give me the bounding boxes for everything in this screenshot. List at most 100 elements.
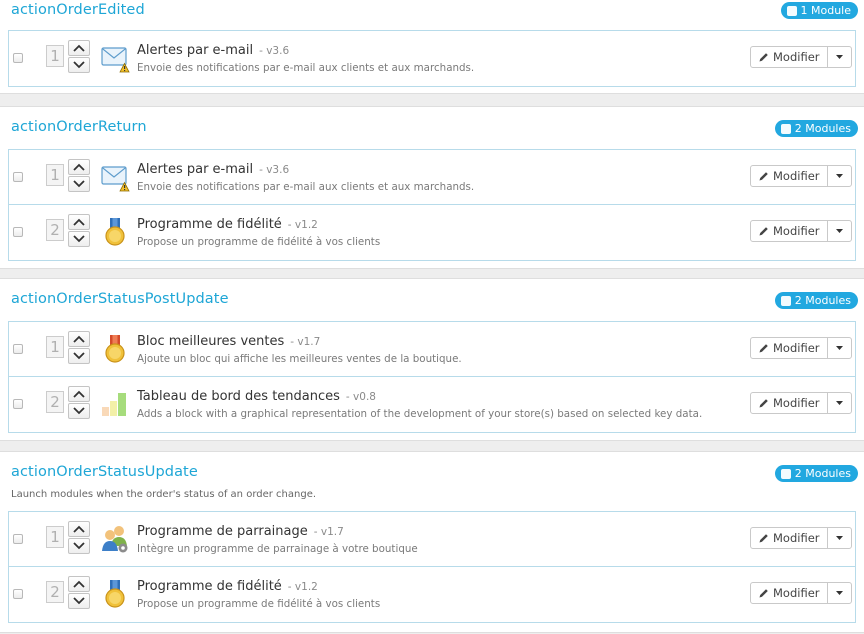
users-gear-icon <box>102 526 128 553</box>
chevron-up-icon <box>73 525 85 533</box>
module-count-badge: 1 Module <box>780 2 858 19</box>
position-number: 1 <box>46 45 64 67</box>
chevron-down-icon <box>73 542 85 550</box>
module-version: - v1.2 <box>287 219 318 231</box>
pencil-icon <box>759 588 768 597</box>
actions-dropdown-button[interactable] <box>826 527 852 549</box>
module-count-badge: 2 Modules <box>774 120 858 137</box>
module-checkbox[interactable] <box>13 172 23 182</box>
module-checkbox[interactable] <box>13 53 23 63</box>
module-row: 1 Alertes par e-mail - v3.6 Envoie des no… <box>9 150 855 205</box>
module-version: - v1.7 <box>290 336 321 348</box>
move-up-button[interactable] <box>68 159 90 175</box>
module-actions: Modifier <box>750 392 852 414</box>
module-row: 1 Bloc meilleures ventes - v1.7 Ajoute un… <box>9 322 855 377</box>
edit-button-label: Modifier <box>773 224 820 238</box>
chevron-down-icon <box>73 180 85 188</box>
chevron-down-icon <box>73 235 85 243</box>
badge-label: 2 Modules <box>794 467 851 480</box>
move-down-button[interactable] <box>68 403 90 419</box>
edit-button-label: Modifier <box>773 396 820 410</box>
pencil-icon <box>759 171 768 180</box>
hook-panel-action-order-status-update: actionOrderStatusUpdate 2 Modules Launch… <box>0 451 864 633</box>
email-warning-icon <box>101 47 130 73</box>
medal-blue-icon <box>105 218 125 246</box>
module-checkbox[interactable] <box>13 344 23 354</box>
module-version: - v0.8 <box>345 391 376 403</box>
module-version: - v3.6 <box>259 45 290 57</box>
move-down-button[interactable] <box>68 348 90 364</box>
edit-button[interactable]: Modifier <box>750 392 828 414</box>
move-down-button[interactable] <box>68 57 90 73</box>
module-row: 2 Programme de fidélité - v1.2 Propose un… <box>9 205 855 260</box>
move-up-button[interactable] <box>68 386 90 402</box>
move-down-button[interactable] <box>68 538 90 554</box>
move-up-button[interactable] <box>68 576 90 592</box>
move-down-button[interactable] <box>68 176 90 192</box>
move-down-button[interactable] <box>68 231 90 247</box>
hook-title: actionOrderStatusUpdate <box>11 464 198 480</box>
edit-button[interactable]: Modifier <box>750 527 828 549</box>
square-icon <box>786 5 797 16</box>
actions-dropdown-button[interactable] <box>826 220 852 242</box>
square-icon <box>780 123 791 134</box>
hook-title: actionOrderStatusPostUpdate <box>11 291 229 307</box>
move-up-button[interactable] <box>68 331 90 347</box>
move-down-button[interactable] <box>68 593 90 609</box>
hook-panel-action-order-edited: actionOrderEdited 1 Module 1 Alertes par… <box>0 0 864 94</box>
actions-dropdown-button[interactable] <box>826 165 852 187</box>
edit-button-label: Modifier <box>773 531 820 545</box>
module-description: Intègre un programme de parrainage à vot… <box>137 543 418 555</box>
chevron-up-icon <box>73 335 85 343</box>
hook-description: Launch modules when the order's status o… <box>11 489 317 500</box>
badge-label: 2 Modules <box>794 294 851 307</box>
module-actions: Modifier <box>750 220 852 242</box>
caret-down-icon <box>835 536 843 540</box>
edit-button[interactable]: Modifier <box>750 46 828 68</box>
chevron-down-icon <box>73 61 85 69</box>
module-actions: Modifier <box>750 165 852 187</box>
module-description: Propose un programme de fidélité à vos c… <box>137 236 381 248</box>
position-number: 2 <box>46 581 64 603</box>
actions-dropdown-button[interactable] <box>826 46 852 68</box>
move-up-button[interactable] <box>68 40 90 56</box>
position-number: 2 <box>46 219 64 241</box>
chevron-up-icon <box>73 218 85 226</box>
module-actions: Modifier <box>750 582 852 604</box>
module-description: Envoie des notifications par e-mail aux … <box>137 62 475 74</box>
square-icon <box>780 295 791 306</box>
edit-button[interactable]: Modifier <box>750 220 828 242</box>
pencil-icon <box>759 343 768 352</box>
pencil-icon <box>759 533 768 542</box>
badge-label: 2 Modules <box>794 122 851 135</box>
module-name-text: Programme de fidélité <box>137 217 282 232</box>
module-checkbox[interactable] <box>13 399 23 409</box>
module-version: - v1.7 <box>313 526 344 538</box>
actions-dropdown-button[interactable] <box>826 337 852 359</box>
edit-button[interactable]: Modifier <box>750 582 828 604</box>
move-up-button[interactable] <box>68 521 90 537</box>
module-name: Tableau de bord des tendances - v0.8 <box>137 389 376 404</box>
actions-dropdown-button[interactable] <box>826 392 852 414</box>
module-name: Programme de parrainage - v1.7 <box>137 524 344 539</box>
edit-button-label: Modifier <box>773 586 820 600</box>
module-checkbox[interactable] <box>13 534 23 544</box>
edit-button[interactable]: Modifier <box>750 337 828 359</box>
edit-button[interactable]: Modifier <box>750 165 828 187</box>
email-warning-icon <box>101 166 130 192</box>
bar-chart-icon <box>102 393 126 416</box>
chevron-down-icon <box>73 407 85 415</box>
module-description: Envoie des notifications par e-mail aux … <box>137 181 475 193</box>
position-number: 1 <box>46 526 64 548</box>
module-checkbox[interactable] <box>13 589 23 599</box>
chevron-up-icon <box>73 390 85 398</box>
module-description: Propose un programme de fidélité à vos c… <box>137 598 381 610</box>
move-up-button[interactable] <box>68 214 90 230</box>
module-description: Ajoute un bloc qui affiche les meilleure… <box>137 353 462 365</box>
medal-blue-icon <box>105 580 125 608</box>
module-list: 1 Alertes par e-mail - v3.6 Envoie des no… <box>8 149 856 261</box>
module-row: 2 Tableau de bord des tendances - v0.8 Ad… <box>9 377 855 432</box>
square-icon <box>780 468 791 479</box>
actions-dropdown-button[interactable] <box>826 582 852 604</box>
module-checkbox[interactable] <box>13 227 23 237</box>
